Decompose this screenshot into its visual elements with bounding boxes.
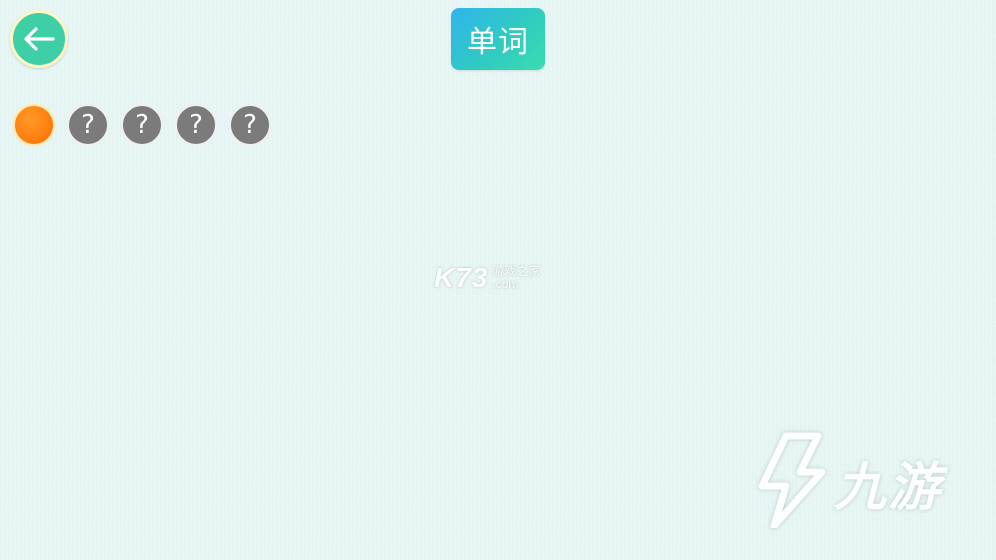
- progress-dot-locked: ?: [175, 104, 217, 146]
- level-progress: ? ? ? ?: [13, 104, 271, 146]
- jiuyou-logo-icon: [756, 432, 828, 532]
- back-button[interactable]: [10, 10, 68, 68]
- jiuyou-logo-text: 九游: [834, 457, 943, 518]
- jiuyou-watermark: 九游: [756, 432, 942, 532]
- k73-watermark-domain: .com: [492, 277, 519, 291]
- progress-dot-locked: ?: [121, 104, 163, 146]
- progress-dot-locked: ?: [67, 104, 109, 146]
- question-mark-icon: ?: [135, 110, 149, 140]
- question-mark-icon: ?: [189, 110, 203, 140]
- k73-watermark: K73 游戏之家 .com: [434, 262, 540, 294]
- question-mark-icon: ?: [243, 110, 257, 140]
- page-title: 单词: [451, 8, 545, 70]
- arrow-left-icon: [23, 27, 55, 51]
- progress-dot-locked: ?: [229, 104, 271, 146]
- k73-watermark-text: 游戏之家 .com: [492, 264, 540, 291]
- question-mark-icon: ?: [81, 110, 95, 140]
- progress-dot-current: [13, 104, 55, 146]
- k73-logo-text: K73: [434, 262, 489, 293]
